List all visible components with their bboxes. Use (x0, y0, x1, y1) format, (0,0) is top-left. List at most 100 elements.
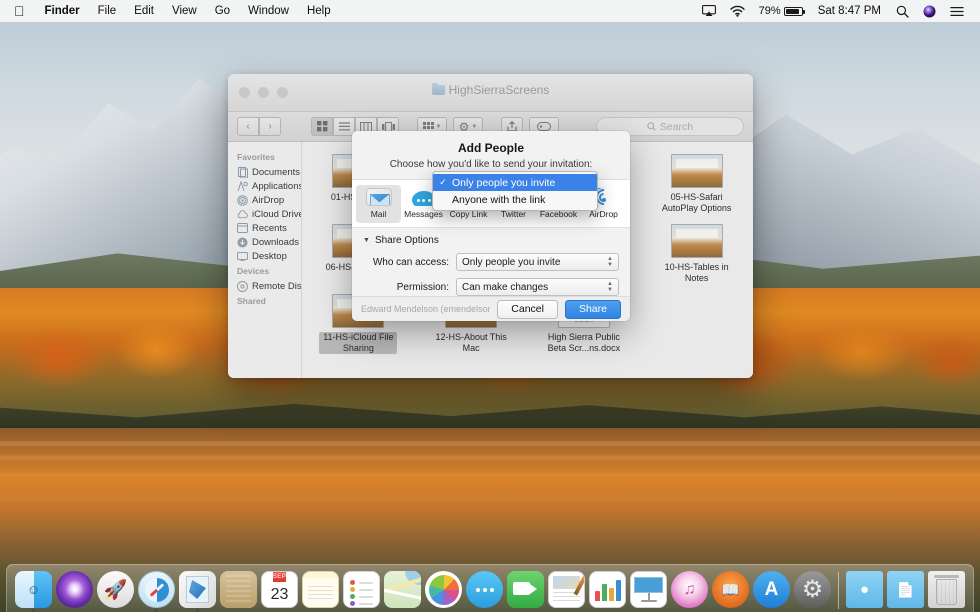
dock-item-keynote[interactable] (629, 571, 668, 612)
dock-item-reminders[interactable] (342, 571, 381, 612)
file-item-empty (640, 290, 753, 360)
dock-item-mail[interactable] (178, 571, 217, 612)
dock-item-itunes[interactable] (670, 571, 709, 612)
dropdown-item-only-people-you-invite[interactable]: ✓ Only people you invite (433, 174, 597, 191)
dock-item-photos[interactable] (424, 571, 463, 612)
mail-icon (366, 188, 392, 206)
sidebar-label: Desktop (252, 251, 287, 262)
safari-icon (138, 571, 175, 608)
finder-titlebar[interactable]: HighSierraScreens (228, 74, 753, 112)
sidebar-item-remote-disc[interactable]: Remote Disc (228, 279, 301, 293)
menu-item-go[interactable]: Go (206, 0, 239, 22)
dock-item-maps[interactable] (383, 571, 422, 612)
dock-item-trash[interactable] (927, 571, 966, 612)
dock-item-siri[interactable] (55, 571, 94, 612)
file-item[interactable]: 05-HS-Safari AutoPlay Options (640, 150, 753, 220)
menu-item-help[interactable]: Help (298, 0, 340, 22)
icon-view-button[interactable] (311, 117, 333, 136)
dock-item-messages[interactable] (465, 571, 504, 612)
sidebar-label: Applications (252, 181, 302, 192)
wifi-icon[interactable] (724, 0, 751, 22)
dock-item-pages[interactable] (547, 571, 586, 612)
recents-icon (237, 223, 248, 234)
who-can-access-row: Who can access: Only people you invite ▲… (363, 253, 619, 271)
battery-status[interactable]: 79% (753, 0, 809, 22)
dock-item-documents-folder[interactable]: 📄 (886, 571, 925, 612)
launchpad-icon (97, 571, 134, 608)
finder-icon: ☺ (15, 571, 52, 608)
notes-icon (302, 571, 339, 608)
menu-bar-clock[interactable]: Sat 8:47 PM (811, 5, 888, 17)
share-options-section: ▼ Share Options Who can access: Only peo… (352, 228, 630, 296)
sidebar-item-icloud-drive[interactable]: iCloud Drive (228, 207, 301, 221)
dock-item-numbers[interactable] (588, 571, 627, 612)
dock-item-notes[interactable] (301, 571, 340, 612)
downloads-folder-icon: ● (846, 571, 883, 608)
who-can-access-popup[interactable]: Only people you invite ▲▼ (456, 253, 619, 271)
file-label: 10-HS-Tables in Notes (658, 262, 736, 284)
add-people-dialog[interactable]: Add People Choose how you'd like to send… (352, 131, 630, 321)
share-button[interactable]: Share (565, 300, 621, 319)
siri-icon[interactable] (917, 0, 942, 22)
sidebar-header-shared: Shared (228, 293, 301, 309)
dock-item-downloads-folder[interactable]: ● (845, 571, 884, 612)
airplay-icon[interactable] (696, 0, 722, 22)
sidebar-item-desktop[interactable]: Desktop (228, 249, 301, 263)
spotlight-search-icon[interactable] (890, 0, 915, 22)
window-controls (228, 87, 288, 98)
who-can-access-value: Only people you invite (462, 257, 560, 268)
apple-logo-icon[interactable]:  (6, 4, 36, 18)
permission-value: Can make changes (462, 282, 548, 293)
dock-item-system-preferences[interactable] (793, 571, 832, 612)
search-placeholder-label: Search (660, 121, 693, 133)
messages-icon (466, 571, 503, 608)
remote-disc-icon (237, 281, 248, 292)
menu-item-window[interactable]: Window (239, 0, 298, 22)
window-title-group: HighSierraScreens (228, 83, 753, 97)
file-label: 12-HS-About This Mac (432, 332, 510, 354)
battery-icon (784, 7, 803, 16)
dock-item-launchpad[interactable] (96, 571, 135, 612)
sidebar-item-downloads[interactable]: Downloads (228, 235, 301, 249)
nav-buttons: ‹ › (237, 117, 281, 136)
dock-item-safari[interactable] (137, 571, 176, 612)
menu-item-view[interactable]: View (163, 0, 206, 22)
menu-item-edit[interactable]: Edit (125, 0, 163, 22)
sidebar-item-airdrop[interactable]: AirDrop (228, 193, 301, 207)
trash-icon (928, 571, 965, 608)
sidebar-item-applications[interactable]: Applications (228, 179, 301, 193)
dock-item-app-store[interactable] (752, 571, 791, 612)
dock-item-facetime[interactable] (506, 571, 545, 612)
cancel-button[interactable]: Cancel (497, 300, 558, 319)
keynote-icon (630, 571, 667, 608)
notification-center-icon[interactable] (944, 0, 970, 22)
dock-item-contacts[interactable] (219, 571, 258, 612)
maximize-button[interactable] (277, 87, 288, 98)
sidebar-label: Remote Disc (252, 281, 302, 292)
close-button[interactable] (239, 87, 250, 98)
back-button[interactable]: ‹ (237, 117, 259, 136)
permission-popup[interactable]: Can make changes ▲▼ (456, 278, 619, 296)
file-label: 11-HS-iCloud File Sharing (319, 332, 397, 354)
dropdown-item-anyone-with-the-link[interactable]: Anyone with the link (433, 191, 597, 208)
forward-button[interactable]: › (259, 117, 281, 136)
who-can-access-dropdown-menu[interactable]: ✓ Only people you invite Anyone with the… (432, 171, 598, 211)
finder-sidebar: Favorites Documents Applications AirDrop (228, 142, 302, 378)
dialog-subtitle: Choose how you'd like to send your invit… (352, 159, 630, 170)
reminders-icon (343, 571, 380, 608)
disclosure-triangle-icon[interactable]: ▼ (363, 237, 370, 244)
sidebar-item-documents[interactable]: Documents (228, 165, 301, 179)
menu-item-file[interactable]: File (89, 0, 126, 22)
file-label: 05-HS-Safari AutoPlay Options (658, 192, 736, 214)
dock-item-finder[interactable]: ☺ (14, 571, 53, 612)
documents-icon (237, 167, 248, 178)
share-options-header[interactable]: ▼ Share Options (363, 235, 619, 246)
menu-item-finder[interactable]: Finder (36, 0, 89, 22)
sidebar-item-recents[interactable]: Recents (228, 221, 301, 235)
file-item[interactable]: 10-HS-Tables in Notes (640, 220, 753, 290)
ibooks-icon (712, 571, 749, 608)
share-method-mail[interactable]: Mail (356, 185, 401, 223)
minimize-button[interactable] (258, 87, 269, 98)
dock-item-calendar[interactable]: SEP 23 (260, 571, 299, 612)
dock-item-ibooks[interactable] (711, 571, 750, 612)
